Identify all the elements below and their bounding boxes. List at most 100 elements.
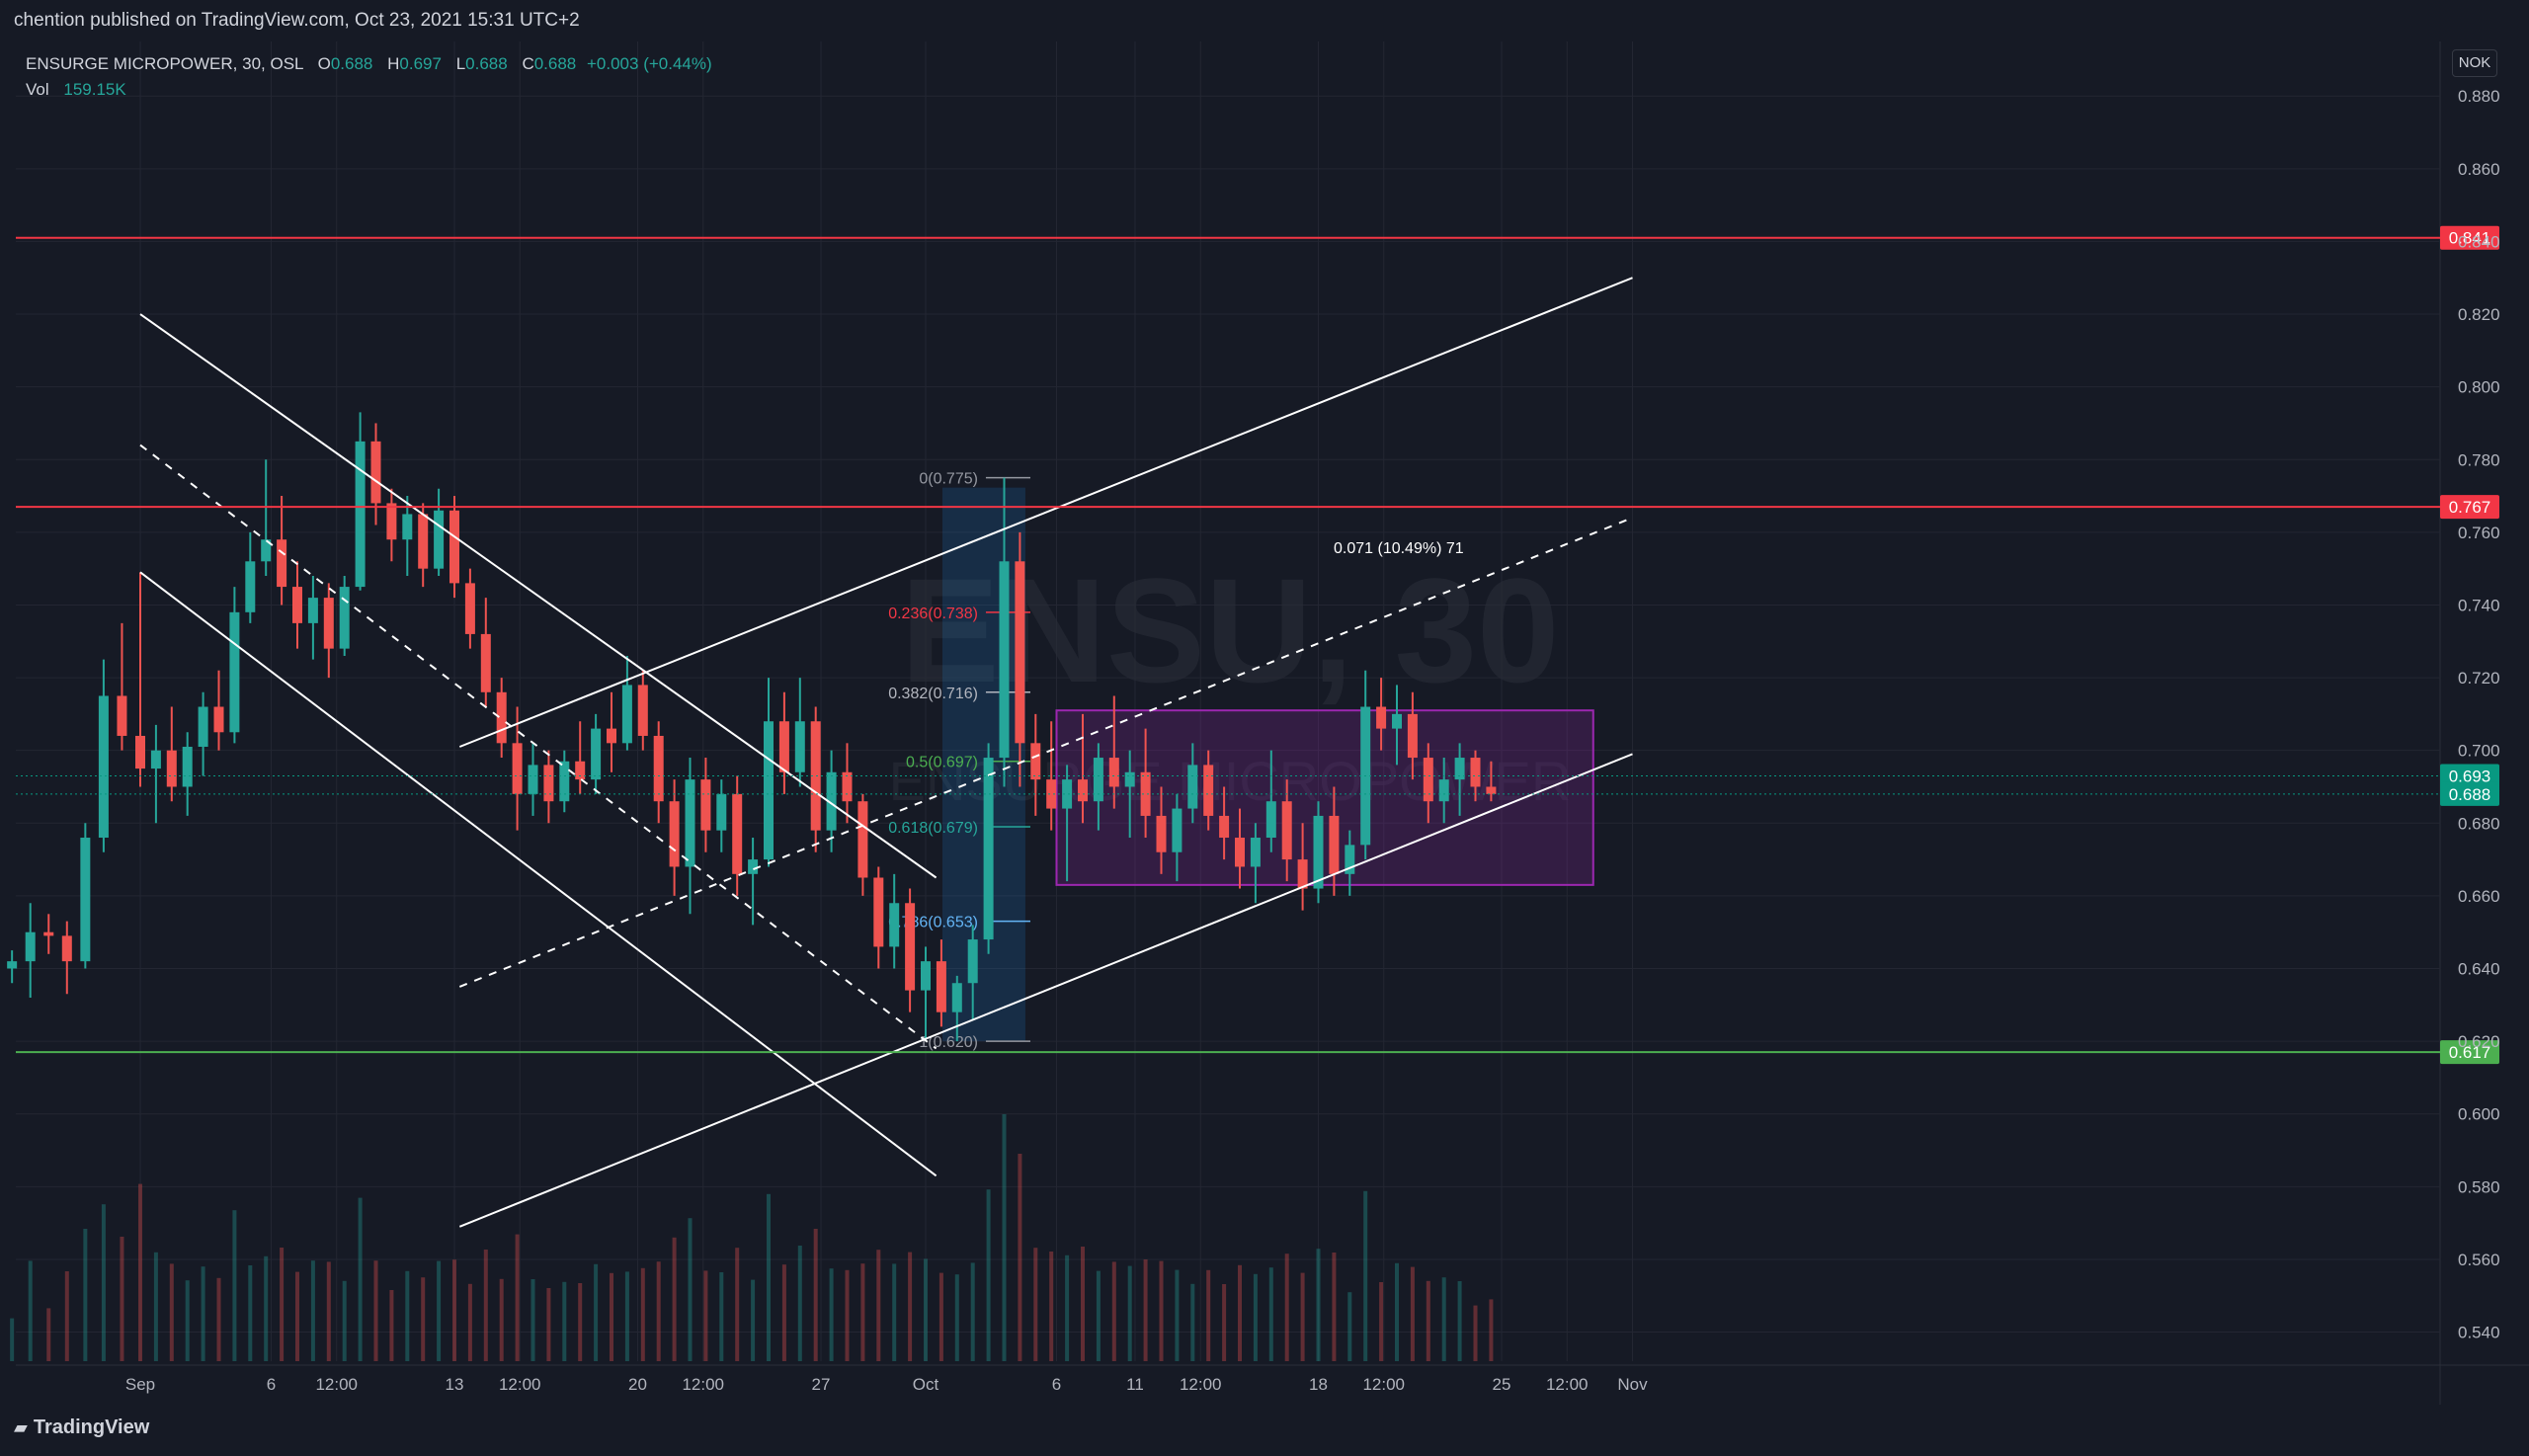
candle-body[interactable] (434, 510, 445, 569)
candle-body[interactable] (98, 695, 109, 839)
candle-body[interactable] (464, 583, 475, 634)
range-box[interactable] (1055, 709, 1594, 886)
candle-body[interactable] (198, 706, 208, 748)
candle-body[interactable] (669, 801, 680, 867)
candle-body[interactable] (1219, 815, 1230, 839)
candle-body[interactable] (292, 587, 302, 623)
volume-bar (562, 1281, 567, 1361)
candle-body[interactable] (653, 735, 664, 802)
candle-body[interactable] (1265, 801, 1276, 839)
candle-body[interactable] (1313, 815, 1324, 889)
candle-body[interactable] (480, 633, 491, 692)
candle-body[interactable] (370, 441, 381, 504)
candle-body[interactable] (1438, 779, 1449, 802)
candle-body[interactable] (1156, 815, 1167, 852)
candle-body[interactable] (1124, 771, 1135, 787)
candle-body[interactable] (7, 961, 18, 969)
candle-body[interactable] (449, 510, 459, 584)
candle-body[interactable] (402, 514, 413, 540)
symbol-title[interactable]: ENSURGE MICROPOWER, 30, OSL (26, 54, 303, 73)
candle-body[interactable] (983, 758, 994, 940)
candle-body[interactable] (229, 611, 240, 733)
candle-body[interactable] (307, 598, 318, 623)
currency-button[interactable]: NOK (2452, 49, 2497, 77)
candle-body[interactable] (339, 587, 350, 649)
tradingview-logo[interactable]: ▰ TradingView (14, 1416, 149, 1439)
candle-body[interactable] (512, 743, 523, 794)
candle-body[interactable] (1297, 859, 1308, 889)
candle-body[interactable] (355, 441, 366, 588)
candle-body[interactable] (1015, 561, 1025, 744)
volume-bar (185, 1280, 190, 1361)
candle-body[interactable] (1108, 758, 1119, 787)
candle-body[interactable] (245, 561, 256, 612)
candle-body[interactable] (1187, 765, 1198, 809)
candle-body[interactable] (999, 561, 1010, 759)
candle-body[interactable] (607, 728, 616, 744)
candle-body[interactable] (716, 793, 727, 831)
candle-body[interactable] (1172, 808, 1183, 852)
candle-body[interactable] (277, 539, 287, 588)
candle-body[interactable] (951, 983, 962, 1012)
candle-body[interactable] (182, 747, 193, 787)
candle-body[interactable] (732, 793, 743, 874)
candle-body[interactable] (936, 961, 946, 1012)
candle-body[interactable] (748, 859, 759, 874)
candle-body[interactable] (496, 691, 507, 744)
candle-body[interactable] (150, 750, 161, 769)
candle-body[interactable] (1486, 786, 1497, 794)
candle-body[interactable] (621, 685, 632, 744)
candle-body[interactable] (386, 503, 397, 540)
candle-body[interactable] (559, 761, 570, 802)
volume-bar (452, 1259, 456, 1361)
volume-label[interactable]: Vol (26, 80, 49, 99)
candle-body[interactable] (700, 779, 711, 831)
candle-body[interactable] (921, 961, 931, 991)
candle-body[interactable] (967, 939, 978, 984)
candle-body[interactable] (857, 801, 868, 878)
candle-body[interactable] (61, 935, 72, 962)
candle-body[interactable] (1376, 706, 1387, 729)
candle-body[interactable] (1203, 765, 1214, 816)
candle-body[interactable] (25, 931, 36, 962)
candle-body[interactable] (1423, 758, 1433, 802)
candle-body[interactable] (1407, 713, 1418, 759)
candle-body[interactable] (1329, 815, 1340, 874)
candle-body[interactable] (1392, 713, 1402, 729)
volume-bar (986, 1189, 991, 1361)
volume-bar (797, 1246, 802, 1361)
candle-body[interactable] (418, 514, 429, 569)
price-chart[interactable]: ENSU, 30ENSURGE MICROPOWER 0(0.775)0.236… (0, 0, 2529, 1456)
candle-body[interactable] (842, 771, 853, 802)
candle-body[interactable] (1093, 758, 1103, 802)
candle-body[interactable] (1235, 838, 1245, 867)
candle-body[interactable] (794, 721, 805, 772)
candle-body[interactable] (905, 903, 916, 991)
candle-body[interactable] (873, 877, 884, 947)
candle-body[interactable] (1470, 758, 1481, 787)
candle-body[interactable] (575, 761, 586, 780)
candle-body[interactable] (117, 695, 127, 736)
volume-bar (767, 1193, 771, 1361)
candle-body[interactable] (80, 838, 91, 962)
candle-body[interactable] (685, 779, 695, 867)
candle-body[interactable] (1250, 838, 1261, 867)
candle-body[interactable] (591, 728, 602, 780)
candle-body[interactable] (778, 721, 789, 772)
candle-body[interactable] (543, 765, 554, 802)
volume-bar (938, 1272, 943, 1361)
candle-body[interactable] (166, 750, 177, 787)
candle-body[interactable] (213, 706, 224, 733)
candle-body[interactable] (1281, 801, 1292, 860)
candle-body[interactable] (637, 685, 648, 736)
y-tick-label: 0.780 (2458, 450, 2500, 469)
candle-body[interactable] (1030, 743, 1041, 780)
candle-body[interactable] (1078, 779, 1088, 802)
candle-body[interactable] (764, 721, 774, 860)
candle-body[interactable] (323, 598, 334, 649)
candle-body[interactable] (528, 765, 538, 794)
candle-body[interactable] (43, 931, 54, 936)
candle-body[interactable] (889, 903, 900, 947)
candle-body[interactable] (135, 735, 145, 769)
volume-bar (1159, 1260, 1164, 1361)
